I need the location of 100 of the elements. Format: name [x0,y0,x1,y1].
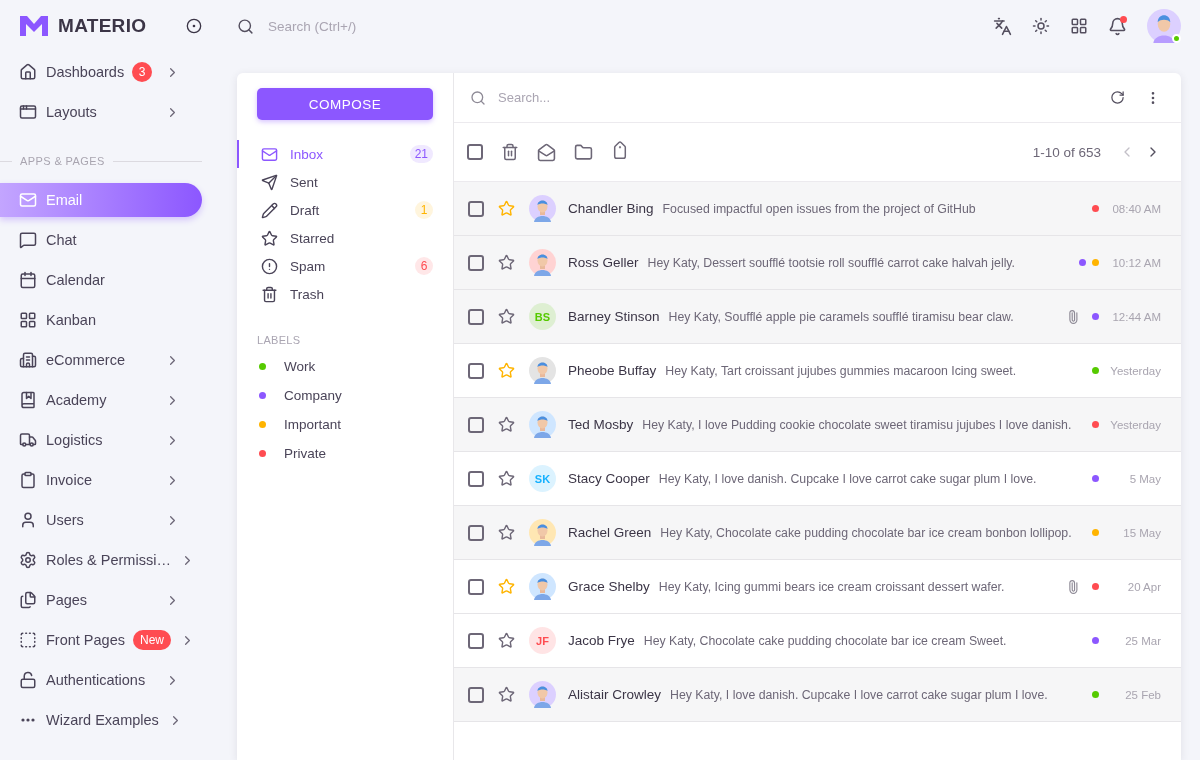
row-checkbox[interactable] [468,686,484,703]
trash-icon[interactable] [501,143,519,161]
nav-item[interactable]: Dashboards 3 [0,55,202,89]
star-icon[interactable] [498,686,515,703]
row-checkbox[interactable] [468,200,484,217]
email-preview: Hey Katy, Icing gummi bears ice cream croissant dessert wafer. [658,579,1006,594]
search-icon[interactable] [237,17,254,35]
user-icon [19,511,37,529]
avatar: BS [529,303,556,330]
labels-title: LABELS [257,334,302,346]
email-time: 25 Mar [1124,634,1161,647]
row-checkbox[interactable] [468,578,484,595]
label-item[interactable]: Private [237,439,453,468]
folder-label: Spam [290,258,327,274]
row-checkbox[interactable] [468,470,484,487]
star-icon[interactable] [498,578,515,595]
email-preview: Hey Katy, Tart croissant jujubes gummies macaroon Icing sweet. [665,363,1018,378]
nav-item[interactable]: Kanban [0,303,202,337]
folder-item[interactable]: Starred [237,224,453,252]
email-row[interactable]: Ted Mosby Hey Katy, I love Pudding cookie chocolate sweet tiramisu jujubes I love danish. Yesterday [454,398,1181,452]
nav-item[interactable]: Chat [0,223,202,257]
nav-label: Users [46,512,84,528]
nav-item[interactable]: Front Pages New [0,623,202,657]
folder-item[interactable]: Draft 1 [237,196,453,224]
select-all-checkbox[interactable] [467,144,483,160]
search-icon [470,89,486,106]
star-icon[interactable] [498,416,515,433]
label-item[interactable]: Work [237,352,453,381]
section-title: APPS & PAGES [20,155,105,167]
star-icon[interactable] [498,254,515,271]
nav-item[interactable]: Users [0,503,202,537]
email-preview: Hey Katy, Chocolate cake pudding chocolate bar ice cream Sweet. [643,633,1008,648]
mail-open-icon[interactable] [537,142,556,162]
sun-icon[interactable] [1032,17,1050,35]
row-checkbox[interactable] [468,524,484,541]
radio-icon[interactable] [186,18,202,34]
avatar: SK [529,465,556,492]
email-time: 10:12 AM [1111,256,1161,269]
translate-icon[interactable] [993,16,1012,36]
nav-item[interactable]: Calendar [0,263,202,297]
sender-name: Ted Mosby [568,417,634,432]
bell-icon[interactable] [1108,16,1127,36]
compose-button[interactable]: COMPOSE [257,88,433,120]
nav-item[interactable]: Layouts [0,95,202,129]
folder-item[interactable]: Trash [237,280,453,308]
nav-item[interactable]: Academy [0,383,202,417]
nav-item[interactable]: Authentications [0,663,202,697]
star-icon[interactable] [498,362,515,379]
nav-label: Invoice [46,472,92,488]
sender-name: Pheobe Buffay [568,363,657,378]
star-icon[interactable] [498,470,515,487]
label-item[interactable]: Company [237,381,453,410]
row-checkbox[interactable] [468,416,484,433]
email-row[interactable]: Grace Shelby Hey Katy, Icing gummi bears ice cream croissant dessert wafer. 20 Apr [454,560,1181,614]
row-checkbox[interactable] [468,254,484,271]
email-row[interactable]: Ross Geller Hey Katy, Dessert soufflé tootsie roll soufflé carrot cake halvah jelly. 10:12 AM [454,236,1181,290]
grid-icon[interactable] [1070,17,1088,35]
sender-name: Grace Shelby [568,579,650,594]
star-icon[interactable] [498,524,515,541]
nav-item[interactable]: eCommerce [0,343,202,377]
tag-icon[interactable] [611,143,629,161]
email-time: Yesterday [1109,418,1161,431]
email-row[interactable]: Alistair Crowley Hey Katy, I love danish. Cupcake I love carrot cake sugar plum I love. 25 Feb [454,668,1181,722]
refresh-icon[interactable] [1110,90,1125,105]
star-icon[interactable] [498,200,515,217]
email-row[interactable]: JF Jacob Frye Hey Katy, Chocolate cake pudding chocolate bar ice cream Sweet. 25 Mar [454,614,1181,668]
user-avatar[interactable] [1147,9,1181,43]
label-item[interactable]: Important [237,410,453,439]
folder-item[interactable]: Spam 6 [237,252,453,280]
folder-label: Trash [290,286,325,302]
window-icon [19,103,37,121]
logo-icon [20,16,48,36]
nav-item[interactable]: Roles & Permissi… [0,543,202,577]
email-row[interactable]: Pheobe Buffay Hey Katy, Tart croissant jujubes gummies macaroon Icing sweet. Yesterday [454,344,1181,398]
row-checkbox[interactable] [468,632,484,649]
nav-label: Email [46,192,83,208]
row-checkbox[interactable] [468,362,484,379]
folder-icon[interactable] [574,142,593,162]
star-icon[interactable] [498,308,515,325]
email-row[interactable]: Chandler Bing Focused impactful open issues from the project of GitHub 08:40 AM [454,182,1181,236]
nav-item[interactable]: Invoice [0,463,202,497]
row-checkbox[interactable] [468,308,484,325]
email-row[interactable]: Rachel Green Hey Katy, Chocolate cake pudding chocolate bar ice cream bonbon lollipop. 15 May [454,506,1181,560]
label-name: Work [284,359,316,374]
chat-icon [19,231,37,249]
dashed-square-icon [19,631,37,649]
email-time: Yesterday [1109,364,1161,377]
sender-name: Stacy Cooper [568,471,650,486]
nav-item[interactable]: Logistics [0,423,202,457]
pencil-icon [261,201,278,219]
nav-badge: 3 [132,62,153,82]
sender-name: Chandler Bing [568,201,654,216]
nav-item[interactable]: Wizard Examples [0,703,202,737]
nav-item[interactable]: Pages [0,583,202,617]
email-row[interactable]: SK Stacy Cooper Hey Katy, I love danish. Cupcake I love carrot cake sugar plum I love. 5 May [454,452,1181,506]
folder-item[interactable]: Inbox 21 [237,140,453,168]
email-row[interactable]: BS Barney Stinson Hey Katy, Soufflé apple pie caramels soufflé tiramisu bear claw. 12:44 AM [454,290,1181,344]
folder-item[interactable]: Sent [237,168,453,196]
search-field[interactable]: Search (Ctrl+/) [266,17,973,35]
star-icon[interactable] [498,632,515,649]
